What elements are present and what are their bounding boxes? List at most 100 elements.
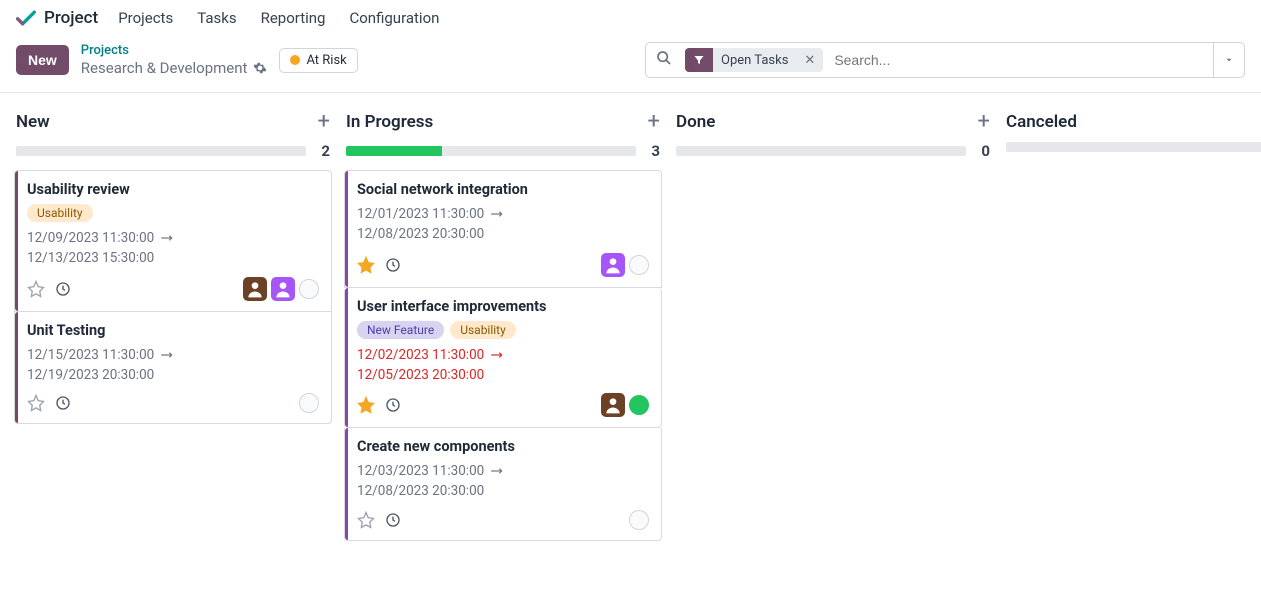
new-button[interactable]: New <box>16 45 69 75</box>
date-start: 12/02/2023 11:30:00 <box>357 345 484 365</box>
arrow-right-icon <box>490 209 504 219</box>
app-name: Project <box>44 8 98 28</box>
kanban-column: Done + 0 <box>668 109 998 170</box>
task-title: Usability review <box>27 181 319 198</box>
project-status-pill[interactable]: At Risk <box>279 48 357 73</box>
task-card[interactable]: Usability review Usability 12/09/2023 11… <box>14 170 332 312</box>
tag[interactable]: Usability <box>27 204 93 222</box>
clock-icon[interactable] <box>385 512 401 528</box>
column-title[interactable]: Done <box>676 112 715 132</box>
task-footer <box>27 277 319 301</box>
task-dates: 12/15/2023 11:30:00 12/19/2023 20:30:00 <box>27 345 319 386</box>
column-progress <box>16 146 306 156</box>
card-stripe <box>345 428 348 540</box>
assignee-placeholder[interactable] <box>299 393 319 413</box>
arrow-right-icon <box>160 233 174 243</box>
clock-icon[interactable] <box>385 257 401 273</box>
column-add-icon[interactable]: + <box>648 109 660 134</box>
avatar[interactable] <box>601 393 625 417</box>
nav-projects[interactable]: Projects <box>118 9 173 27</box>
task-dates: 12/02/2023 11:30:00 12/05/2023 20:30:00 <box>357 345 649 386</box>
search-icon[interactable] <box>646 50 682 70</box>
column-cards: Social network integration 12/01/2023 11… <box>344 170 662 541</box>
filter-remove-icon[interactable]: ✕ <box>796 53 823 68</box>
star-icon[interactable] <box>357 396 375 414</box>
star-icon[interactable] <box>357 511 375 529</box>
task-footer <box>357 253 649 277</box>
assignee-avatar[interactable] <box>629 395 649 415</box>
search-options-dropdown[interactable] <box>1213 43 1244 77</box>
column-meta: 2 <box>14 142 332 170</box>
clock-icon[interactable] <box>55 281 71 297</box>
kanban-column: Canceled + <box>998 109 1261 162</box>
filter-icon[interactable] <box>685 48 713 72</box>
column-meta: 0 <box>674 142 992 170</box>
star-icon[interactable] <box>357 256 375 274</box>
task-card[interactable]: Unit Testing 12/15/2023 11:30:00 12/19/2… <box>14 312 332 425</box>
date-end: 12/19/2023 20:30:00 <box>27 365 154 385</box>
column-progress <box>346 146 636 156</box>
card-stripe <box>345 171 348 287</box>
active-filter-chip: Open Tasks ✕ <box>685 48 823 72</box>
column-count: 3 <box>648 142 660 160</box>
assignee-placeholder[interactable] <box>299 279 319 299</box>
date-start: 12/09/2023 11:30:00 <box>27 228 154 248</box>
column-header: Canceled + <box>1004 109 1261 142</box>
kanban-board: New + 2 Usability review Usability 12/09… <box>0 93 1261 557</box>
tag[interactable]: New Feature <box>357 321 444 339</box>
column-title[interactable]: In Progress <box>346 112 433 132</box>
avatar[interactable] <box>243 277 267 301</box>
card-stripe <box>345 288 348 428</box>
task-tags: Usability <box>27 204 319 222</box>
task-dates: 12/01/2023 11:30:00 12/08/2023 20:30:00 <box>357 204 649 245</box>
column-count: 0 <box>978 142 990 160</box>
column-header: New + <box>14 109 332 142</box>
date-end: 12/05/2023 20:30:00 <box>357 365 484 385</box>
assignee-placeholder[interactable] <box>629 255 649 275</box>
search-input[interactable] <box>826 52 1213 68</box>
avatar[interactable] <box>601 253 625 277</box>
task-title: Social network integration <box>357 181 649 198</box>
star-icon[interactable] <box>27 280 45 298</box>
nav-configuration[interactable]: Configuration <box>349 9 439 27</box>
filter-label[interactable]: Open Tasks <box>713 53 796 68</box>
search-bar: Open Tasks ✕ <box>645 42 1245 78</box>
column-add-icon[interactable]: + <box>978 109 990 134</box>
kanban-column: New + 2 Usability review Usability 12/09… <box>8 109 338 424</box>
task-footer <box>357 393 649 417</box>
column-count: 2 <box>318 142 330 160</box>
top-navbar: Project Projects Tasks Reporting Configu… <box>0 0 1261 36</box>
arrow-right-icon <box>490 350 504 360</box>
task-card[interactable]: Social network integration 12/01/2023 11… <box>344 170 662 288</box>
breadcrumb-current: Research & Development <box>81 59 268 77</box>
date-start: 12/15/2023 11:30:00 <box>27 345 154 365</box>
column-progress <box>1006 142 1261 152</box>
card-stripe <box>15 312 18 424</box>
task-title: Create new components <box>357 438 649 455</box>
column-title[interactable]: New <box>16 112 50 132</box>
task-card[interactable]: Create new components 12/03/2023 11:30:0… <box>344 428 662 541</box>
star-icon[interactable] <box>27 394 45 412</box>
tag[interactable]: Usability <box>450 321 516 339</box>
column-header: Done + <box>674 109 992 142</box>
clock-icon[interactable] <box>385 397 401 413</box>
task-title: User interface improvements <box>357 298 649 315</box>
nav-reporting[interactable]: Reporting <box>261 9 326 27</box>
task-card[interactable]: User interface improvements New Feature U… <box>344 288 662 429</box>
column-progress <box>676 146 966 156</box>
column-title[interactable]: Canceled <box>1006 112 1077 132</box>
avatar[interactable] <box>271 277 295 301</box>
arrow-right-icon <box>160 350 174 360</box>
kanban-column: In Progress + 3 Social network integrati… <box>338 109 668 541</box>
gear-icon[interactable] <box>253 61 267 75</box>
breadcrumb-parent[interactable]: Projects <box>81 43 268 59</box>
task-dates: 12/09/2023 11:30:00 12/13/2023 15:30:00 <box>27 228 319 269</box>
nav-tasks[interactable]: Tasks <box>197 9 236 27</box>
assignee-placeholder[interactable] <box>629 510 649 530</box>
control-panel: New Projects Research & Development At R… <box>0 36 1261 92</box>
column-header: In Progress + <box>344 109 662 142</box>
column-add-icon[interactable]: + <box>318 109 330 134</box>
clock-icon[interactable] <box>55 395 71 411</box>
arrow-right-icon <box>490 466 504 476</box>
app-logo[interactable]: Project <box>16 8 98 28</box>
